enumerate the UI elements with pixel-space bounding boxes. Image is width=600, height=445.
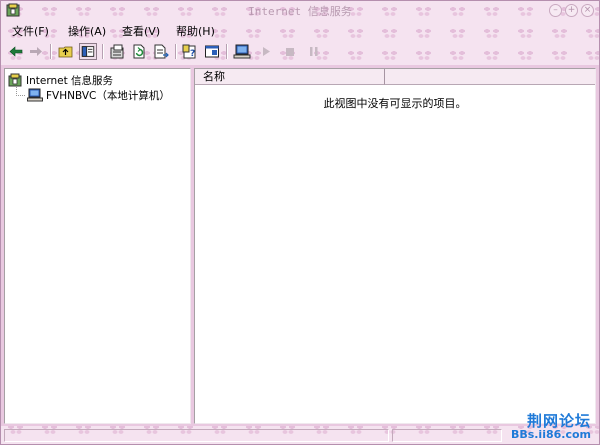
forward-icon[interactable] [27,43,45,60]
window-title: Internet 信息服务 [248,5,352,18]
maximize-icon[interactable]: + [565,4,578,17]
computer-icon [27,88,43,102]
list-pane[interactable]: 名称 此视图中没有可显示的项目。 [194,68,596,424]
tree-node-label: FVHNBVC（本地计算机） [46,89,170,102]
svg-text:?: ? [190,49,195,59]
tree-pane[interactable]: Internet 信息服务 FVHNBVC（本地计算机） [4,68,191,424]
iis-window: Internet 信息服务 – + × 文件(F) 操作(A) 查看(V) 帮助… [0,0,600,445]
properties-icon[interactable] [108,43,126,60]
tree-node-label: Internet 信息服务 [26,74,114,87]
close-icon[interactable]: × [581,4,594,17]
show-tree-icon[interactable] [79,43,97,60]
pause-icon[interactable] [305,43,323,60]
toolbar-separator [50,44,52,59]
empty-view-message: 此视图中没有可显示的项目。 [323,97,467,110]
up-folder-icon[interactable] [57,43,75,60]
title-bar: Internet 信息服务 – + × [1,1,599,20]
menu-action[interactable]: 操作(A) [68,23,106,39]
back-icon[interactable] [7,43,25,60]
toolbar-separator [175,44,177,59]
menu-file[interactable]: 文件(F) [12,23,49,39]
iis-icon [8,73,22,87]
watermark-title: 荆网论坛 [526,412,591,430]
refresh-icon[interactable] [130,43,148,60]
watermark-logo: 荆网论坛 BBs.ii86.com [511,413,591,441]
toolbar: ? [1,39,599,64]
tree-connector [16,95,25,96]
export-list-icon[interactable] [152,43,170,60]
menu-view[interactable]: 查看(V) [122,23,160,39]
status-cell-secondary [392,429,502,442]
computer-icon[interactable] [233,43,251,60]
start-icon[interactable] [257,43,275,60]
status-bar [1,426,599,444]
stop-icon[interactable] [281,43,299,60]
tree-node-iis[interactable]: Internet 信息服务 [8,73,113,87]
tree-node-local-computer[interactable]: FVHNBVC（本地计算机） [27,88,170,102]
toolbar-separator [226,44,228,59]
status-cell-main [4,429,389,442]
column-header-filler [385,69,595,85]
column-header-name[interactable]: 名称 [195,69,385,85]
watermark-url: BBs.ii86.com [510,428,591,441]
content-area: Internet 信息服务 FVHNBVC（本地计算机） 名称 此视图中没有可显… [1,65,599,426]
toolbar-separator [102,44,104,59]
minimize-icon[interactable]: – [549,4,562,17]
help-icon[interactable]: ? [181,43,199,60]
console-icon[interactable] [203,43,221,60]
menu-bar: 文件(F) 操作(A) 查看(V) 帮助(H) [1,20,599,39]
menu-help[interactable]: 帮助(H) [176,23,215,39]
